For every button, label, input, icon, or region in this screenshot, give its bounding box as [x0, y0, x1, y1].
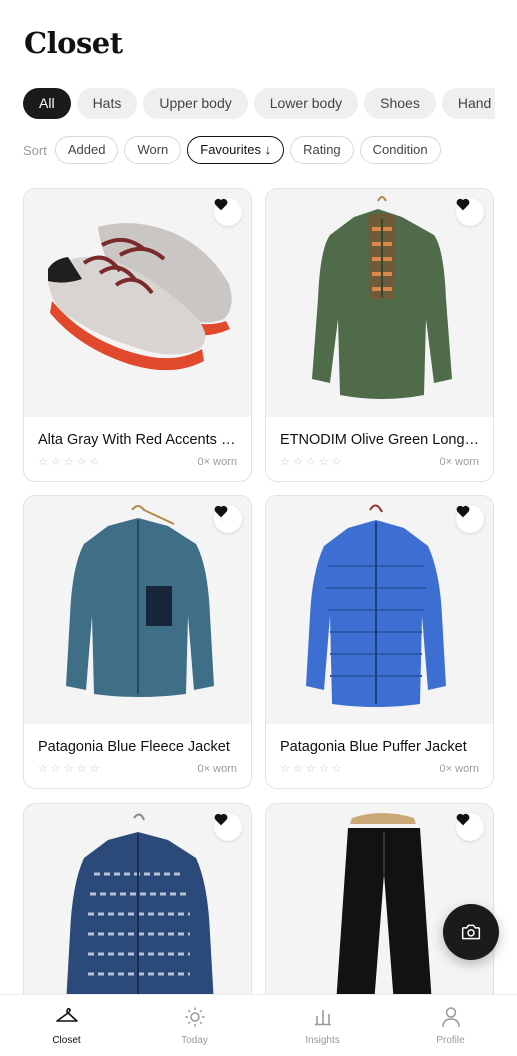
category-chip-hats[interactable]: Hats — [76, 88, 138, 119]
heart-icon — [456, 505, 470, 518]
item-name: Patagonia Blue Puffer Jacket — [280, 739, 467, 755]
shoe-image — [47, 223, 232, 371]
closet-item-card[interactable]: Alta Gray With Red Accents Running Shoes… — [23, 188, 252, 482]
category-chip-all[interactable]: All — [23, 88, 71, 119]
tab-label: Today — [181, 1035, 208, 1046]
item-name: Patagonia Blue Fleece Jacket — [38, 739, 230, 755]
heart-icon — [456, 813, 470, 826]
favourite-button[interactable] — [214, 198, 242, 226]
sort-chip-added[interactable]: Added — [54, 136, 119, 164]
person-icon — [441, 1007, 460, 1028]
favourite-button[interactable] — [456, 505, 484, 533]
page-title: Closet — [24, 26, 123, 60]
sort-chip-rating[interactable]: Rating — [290, 136, 354, 164]
tab-label: Closet — [52, 1035, 81, 1046]
tunic-image — [312, 196, 452, 399]
tab-label: Insights — [305, 1035, 340, 1046]
heart-icon — [214, 813, 228, 826]
category-chip-shoes[interactable]: Shoes — [364, 88, 436, 119]
sort-label: Sort — [23, 142, 47, 158]
tab-insights[interactable]: Insights — [258, 995, 387, 1056]
add-item-camera-button[interactable] — [443, 904, 499, 960]
rating-stars[interactable]: ☆☆☆☆☆ — [280, 762, 344, 775]
rating-stars[interactable]: ☆☆☆☆☆ — [280, 455, 344, 468]
sort-bar: Sort Added Worn Favourites ↓ Rating Condition — [23, 136, 447, 164]
sort-chip-favourites[interactable]: Favourites ↓ — [187, 136, 285, 164]
closet-item-card[interactable]: ETNODIM Olive Green Long-Sleeve Tunic ☆☆… — [265, 188, 494, 482]
category-chip-hand[interactable]: Hand — [441, 88, 495, 119]
bar-chart-icon — [314, 1010, 331, 1026]
puffer-jacket-image — [306, 504, 446, 707]
tab-closet[interactable]: Closet — [2, 995, 131, 1056]
item-image — [24, 189, 251, 417]
favourite-button[interactable] — [456, 198, 484, 226]
hanger-icon — [55, 1008, 78, 1022]
category-chip-upper-body[interactable]: Upper body — [143, 88, 248, 119]
item-image — [24, 496, 251, 724]
item-image — [266, 189, 493, 417]
worn-count: 0× worn — [197, 763, 237, 775]
favourite-button[interactable] — [456, 813, 484, 841]
heart-icon — [456, 198, 470, 211]
closet-item-card[interactable]: Patagonia Blue Puffer Jacket ☆☆☆☆☆ 0× wo… — [265, 495, 494, 789]
sort-chip-worn[interactable]: Worn — [124, 136, 182, 164]
worn-count: 0× worn — [439, 763, 479, 775]
tab-today[interactable]: Today — [130, 995, 259, 1056]
favourite-button[interactable] — [214, 505, 242, 533]
heart-icon — [214, 198, 228, 211]
worn-count: 0× worn — [197, 456, 237, 468]
item-name: ETNODIM Olive Green Long-Sleeve Tunic — [280, 432, 482, 448]
sun-icon — [185, 1007, 204, 1027]
tab-profile[interactable]: Profile — [386, 995, 515, 1056]
favourite-button[interactable] — [214, 813, 242, 841]
bottom-tab-bar: Closet Today Insights Profile — [0, 994, 517, 1056]
item-name: Alta Gray With Red Accents Running Shoes — [38, 432, 240, 448]
rating-stars[interactable]: ☆☆☆☆☆ — [38, 455, 102, 468]
closet-item-card[interactable]: Patagonia Blue Fleece Jacket ☆☆☆☆☆ 0× wo… — [23, 495, 252, 789]
heart-icon — [214, 505, 228, 518]
category-chip-lower-body[interactable]: Lower body — [253, 88, 359, 119]
sort-chip-condition[interactable]: Condition — [359, 136, 441, 164]
fleece-jacket-image — [66, 505, 214, 697]
item-image — [266, 496, 493, 724]
rating-stars[interactable]: ☆☆☆☆☆ — [38, 762, 102, 775]
category-filter-bar: All Hats Upper body Lower body Shoes Hand — [23, 88, 495, 120]
camera-icon — [461, 924, 481, 940]
tab-label: Profile — [436, 1035, 465, 1046]
worn-count: 0× worn — [439, 456, 479, 468]
